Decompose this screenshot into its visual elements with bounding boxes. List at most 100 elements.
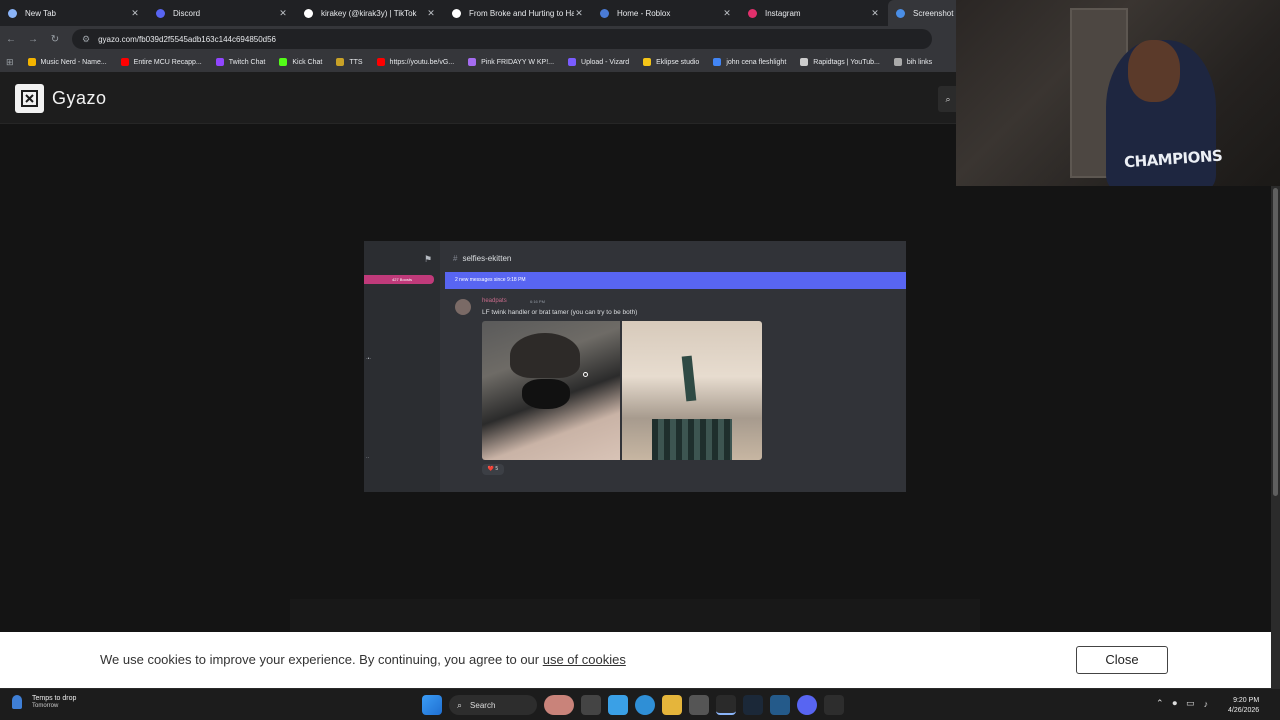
message-username: headpats [482, 298, 507, 304]
edge-icon[interactable] [635, 695, 655, 715]
chrome-icon [8, 8, 17, 18]
app-icon[interactable] [770, 695, 790, 715]
cookie-close-button[interactable]: Close [1076, 646, 1168, 674]
taskbar: Temps to drop Tomorrow ⌕ Search ⌃ ⏺ ▭ ♪ … [0, 688, 1280, 720]
weather-widget[interactable]: Temps to drop Tomorrow [12, 695, 76, 709]
browser-tab[interactable]: Home - Roblox ✕ [592, 0, 740, 26]
reload-icon[interactable]: ↻ [44, 34, 66, 45]
tab-title: Discord [173, 8, 201, 18]
bookmark-favicon-icon [120, 58, 129, 66]
browser-tab[interactable]: New Tab ✕ [0, 0, 148, 26]
browser-tab[interactable]: kirakey (@kirak3y) | TikTok ✕ [296, 0, 444, 26]
boost-badge: 427 Boosts [364, 275, 434, 284]
hash-icon: # [453, 254, 458, 263]
bookmark-label: Twitch Chat [228, 58, 266, 66]
tiktok-icon [304, 8, 313, 18]
page-scrollbar[interactable] [1271, 186, 1280, 688]
apps-grid-icon[interactable]: ⊞ [6, 57, 14, 68]
task-view-icon[interactable] [581, 695, 601, 715]
sidebar-text-fragment: ·· [366, 455, 370, 461]
channel-header: # selfies-ekitten [453, 254, 511, 263]
bookmark-favicon-icon [800, 58, 809, 66]
chevron-up-icon[interactable]: ⌃ [1156, 698, 1164, 709]
photo-tie-shape [681, 355, 697, 402]
bookmark-item[interactable]: TTS [336, 58, 363, 66]
bookmark-item[interactable]: bih links [893, 58, 933, 66]
bookmark-label: Music Nerd - Name... [40, 58, 107, 66]
tab-close-icon[interactable]: ✕ [870, 8, 880, 19]
bookmark-label: bih links [906, 58, 933, 66]
widgets-icon[interactable] [544, 695, 574, 715]
taskbar-clock[interactable]: 9:20 PM 4/26/2026 [1228, 696, 1259, 716]
tiktok-icon [452, 8, 461, 18]
chrome-icon[interactable] [716, 695, 736, 715]
tab-close-icon[interactable]: ✕ [574, 8, 584, 19]
bookmark-item[interactable]: Eklipse studio [643, 58, 699, 66]
reaction-emoji: ❤️ [487, 466, 495, 472]
windows-start-icon[interactable] [422, 695, 442, 715]
bookmark-favicon-icon [215, 58, 224, 66]
avatar [455, 299, 471, 315]
browser-tab[interactable]: From Broke and Hurting to Ha ✕ [444, 0, 592, 26]
tab-title: kirakey (@kirak3y) | TikTok [321, 8, 417, 18]
bookmark-label: TTS [349, 58, 363, 66]
taskbar-search[interactable]: ⌕ Search [449, 695, 537, 715]
bookmark-item[interactable]: john cena fleshlight [713, 58, 786, 66]
weather-line-1: Temps to drop [32, 695, 77, 702]
tab-close-icon[interactable]: ✕ [130, 8, 140, 19]
bookmark-favicon-icon [376, 58, 385, 66]
bookmark-favicon-icon [279, 58, 288, 66]
bookmark-label: Rapidtags | YouTub... [813, 58, 880, 66]
scrollbar-thumb[interactable] [1273, 188, 1278, 496]
message-time: 6:16 PM [530, 299, 545, 304]
discord-icon[interactable] [797, 695, 817, 715]
weather-line-2: Tomorrow [32, 703, 59, 709]
taskbar-apps: ⌕ Search [422, 695, 851, 715]
captured-image[interactable]: 427 Boosts ⚑ # selfies-ekitten 2 new mess… [364, 241, 906, 492]
microphone-icon[interactable]: ⏺ [1173, 698, 1178, 709]
tab-close-icon[interactable]: ✕ [278, 8, 288, 19]
message-text: LF twink handler or brat tamer (you can … [482, 309, 638, 316]
bookmark-item[interactable]: Music Nerd - Name... [27, 58, 107, 66]
bookmark-label: Entire MCU Recapp... [133, 58, 202, 66]
bookmark-item[interactable]: Upload - Vizard [568, 58, 629, 66]
bookmark-label: Upload - Vizard [581, 58, 630, 66]
url-field[interactable]: ⚙ gyazo.com/fb039d2f5545adb163c144c69485… [72, 29, 932, 49]
tab-close-icon[interactable]: ✕ [426, 8, 436, 19]
bookmark-item[interactable]: Entire MCU Recapp... [120, 58, 202, 66]
browser-tab[interactable]: Instagram ✕ [740, 0, 888, 26]
header-menu-button[interactable]: ⌕ [938, 86, 958, 112]
volume-icon[interactable]: ♪ [1204, 699, 1209, 709]
epic-games-icon[interactable] [824, 695, 844, 715]
store-icon[interactable] [689, 695, 709, 715]
tab-title: From Broke and Hurting to Ha [469, 8, 574, 18]
viewer-bottom-strip [290, 599, 980, 632]
photo-hair-shape [510, 333, 580, 378]
gyazo-logo-icon [15, 84, 44, 113]
bookmark-item[interactable]: Pink FRIDAYY W KP!... [468, 58, 554, 66]
gyazo-icon [896, 8, 905, 18]
bookmark-item[interactable]: Rapidtags | YouTub... [800, 58, 880, 66]
bookmark-favicon-icon [336, 58, 345, 66]
bookmark-item[interactable]: Twitch Chat [215, 58, 266, 66]
tab-close-icon[interactable]: ✕ [722, 8, 732, 19]
cookie-policy-link[interactable]: use of cookies [543, 652, 626, 667]
forward-icon[interactable]: → [22, 34, 44, 45]
cookie-message: We use cookies to improve your experienc… [100, 652, 626, 667]
tab-title: New Tab [25, 8, 56, 18]
file-explorer-icon[interactable] [662, 695, 682, 715]
browser-tab[interactable]: Discord ✕ [148, 0, 296, 26]
copilot-icon[interactable] [608, 695, 628, 715]
gyazo-logo[interactable]: Gyazo [15, 84, 107, 113]
url-text: gyazo.com/fb039d2f5545adb163c144c694850d… [98, 34, 277, 44]
bookmark-item[interactable]: https://youtu.be/vG... [376, 58, 454, 66]
back-icon[interactable]: ← [0, 34, 22, 45]
add-member-icon: ⚑ [424, 254, 433, 264]
bookmark-item[interactable]: Kick Chat [279, 58, 322, 66]
taskbar-search-label: Search [470, 700, 496, 710]
discord-icon [156, 8, 165, 18]
site-info-icon[interactable]: ⚙ [82, 34, 90, 45]
network-icon[interactable]: ▭ [1186, 698, 1195, 709]
bookmark-label: john cena fleshlight [726, 58, 787, 66]
steam-icon[interactable] [743, 695, 763, 715]
